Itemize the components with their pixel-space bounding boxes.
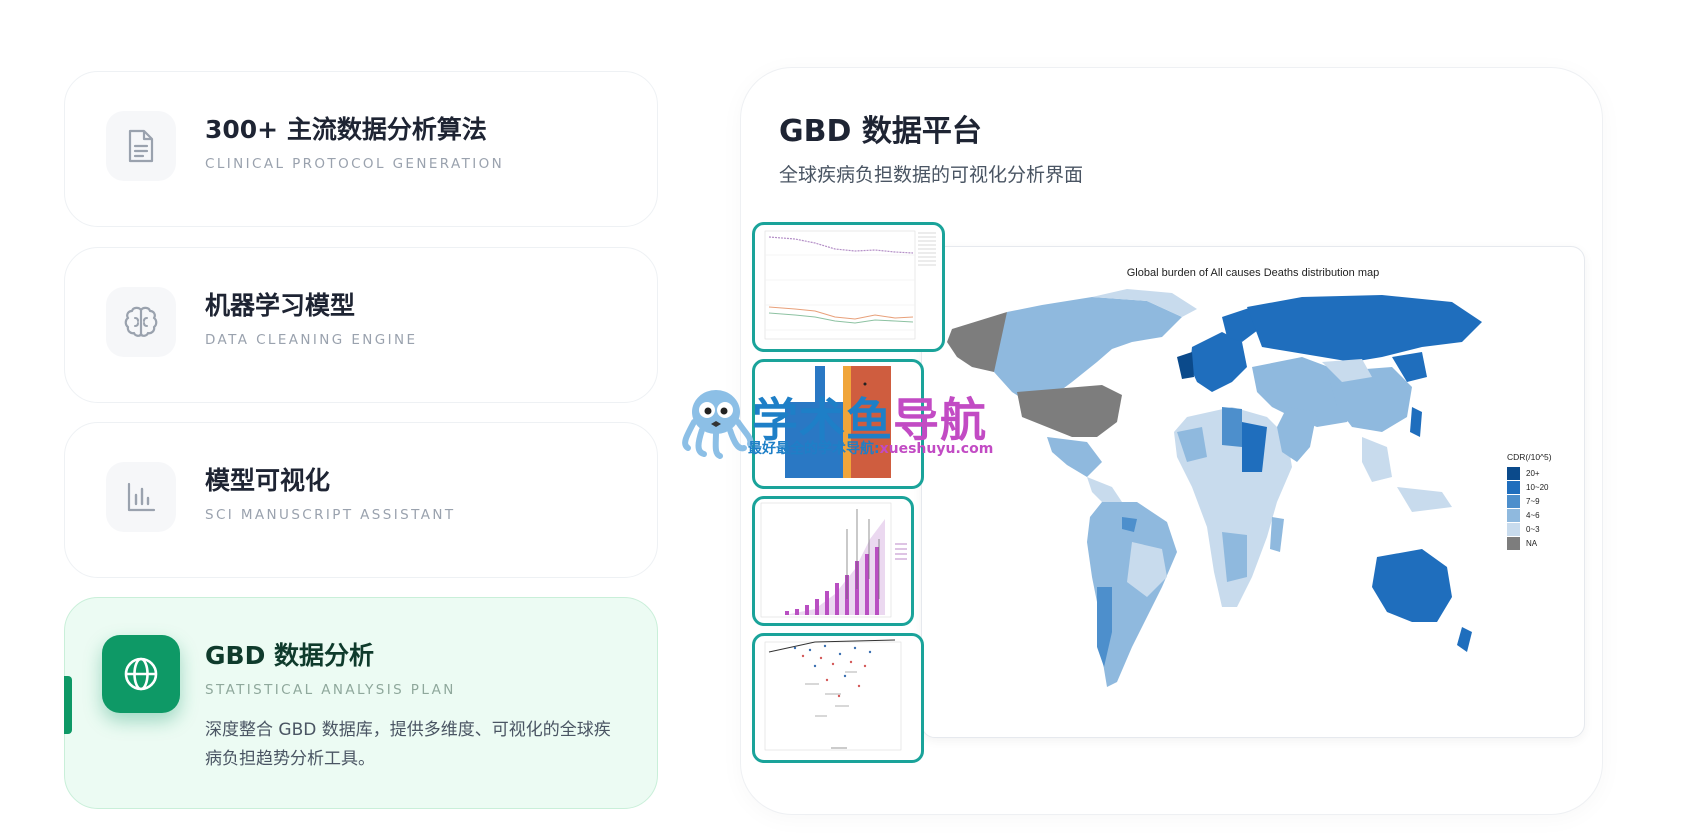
legend-label: NA xyxy=(1526,538,1538,548)
legend-label: 7~9 xyxy=(1526,496,1540,506)
feature-title: 模型可视化 xyxy=(205,466,331,495)
legend-label: 0~3 xyxy=(1526,524,1540,534)
feature-card-ml-models[interactable]: 机器学习模型 DATA CLEANING ENGINE xyxy=(64,247,658,403)
legend-swatch xyxy=(1507,480,1520,494)
thumbnail-line-chart[interactable] xyxy=(752,222,945,352)
map-title: Global burden of All causes Deaths distr… xyxy=(1126,267,1380,279)
feature-card-visualization[interactable]: 模型可视化 SCI MANUSCRIPT ASSISTANT xyxy=(64,422,658,578)
world-map-card: Global burden of All causes Deaths distr… xyxy=(921,246,1585,738)
legend-swatch xyxy=(1507,508,1520,522)
watermark-url: xueshuyu.com xyxy=(879,441,994,457)
feature-title: 300+ 主流数据分析算法 xyxy=(205,115,487,144)
brain-icon xyxy=(106,287,176,357)
legend-swatch xyxy=(1507,522,1520,536)
thumbnail-scatter-plot[interactable] xyxy=(752,633,924,763)
legend-swatch xyxy=(1507,494,1520,508)
feature-title: GBD 数据分析 xyxy=(205,641,375,670)
feature-subtitle: CLINICAL PROTOCOL GENERATION xyxy=(205,156,505,172)
feature-subtitle: DATA CLEANING ENGINE xyxy=(205,332,418,348)
legend-title: CDR(/10^5) xyxy=(1507,452,1552,462)
legend-item: 0~3 xyxy=(1507,522,1552,536)
panel-subtitle: 全球疾病负担数据的可视化分析界面 xyxy=(779,164,1084,186)
legend-item: 10~20 xyxy=(1507,480,1552,494)
legend-swatch xyxy=(1507,536,1520,550)
feature-title: 机器学习模型 xyxy=(205,291,356,320)
thumbnail-stacked-bar-chart[interactable] xyxy=(752,496,914,626)
feature-card-algorithms[interactable]: 300+ 主流数据分析算法 CLINICAL PROTOCOL GENERATI… xyxy=(64,71,658,227)
globe-icon xyxy=(102,635,180,713)
legend-item: 20+ xyxy=(1507,466,1552,480)
document-icon xyxy=(106,111,176,181)
watermark-tagline-blue: 最好最全的学术导航: xyxy=(748,441,880,457)
legend-item: 7~9 xyxy=(1507,494,1552,508)
legend-label: 20+ xyxy=(1526,468,1540,478)
legend-swatch xyxy=(1507,466,1520,480)
legend-item: NA xyxy=(1507,536,1552,550)
feature-card-gbd-analysis[interactable]: GBD 数据分析 STATISTICAL ANALYSIS PLAN 深度整合 … xyxy=(64,597,658,809)
watermark-tagline: 最好最全的学术导航:xueshuyu.com xyxy=(748,438,993,458)
panel-title: GBD 数据平台 xyxy=(779,114,982,149)
feature-subtitle: STATISTICAL ANALYSIS PLAN xyxy=(205,682,456,698)
legend-label: 10~20 xyxy=(1526,482,1549,492)
legend-item: 4~6 xyxy=(1507,508,1552,522)
feature-subtitle: SCI MANUSCRIPT ASSISTANT xyxy=(205,507,456,523)
octopus-mascot-icon xyxy=(682,390,754,459)
world-map-image xyxy=(947,289,1482,687)
bar-chart-icon xyxy=(106,462,176,532)
watermark-logo: 学术鱼导航 最好最全的学术导航:xueshuyu.com xyxy=(678,382,1028,462)
active-indicator xyxy=(64,676,72,734)
map-legend: CDR(/10^5) 20+ 10~20 7~9 4~6 0~3 NA xyxy=(1507,452,1552,550)
legend-label: 4~6 xyxy=(1526,510,1540,520)
feature-description: 深度整合 GBD 数据库，提供多维度、可视化的全球疾病负担趋势分析工具。 xyxy=(205,720,611,769)
